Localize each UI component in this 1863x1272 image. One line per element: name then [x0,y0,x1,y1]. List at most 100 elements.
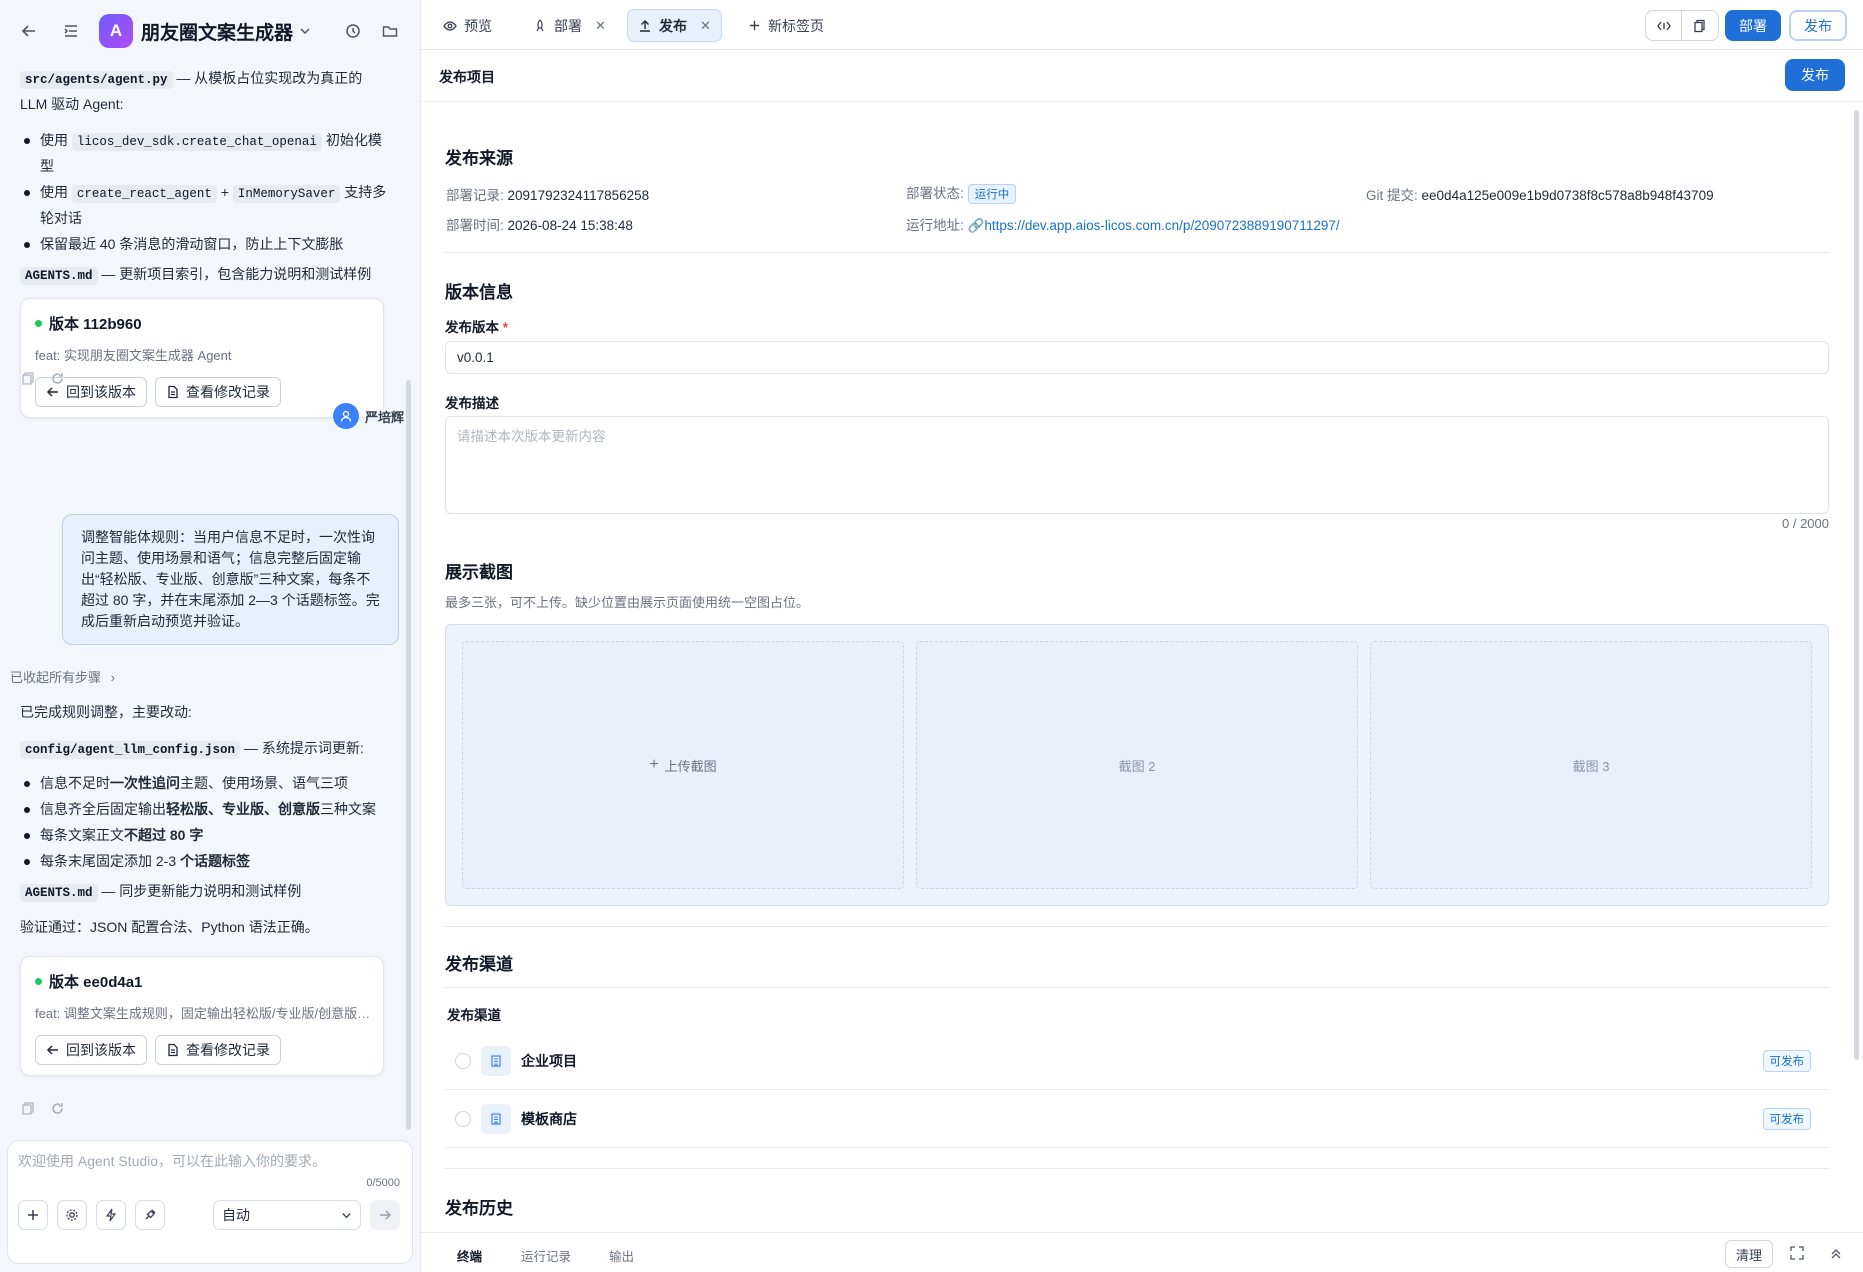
arrow-left-icon [46,387,58,397]
folder-icon[interactable] [376,17,404,45]
link-icon: 🔗 [967,218,985,233]
chevron-right-icon: › [110,670,115,685]
code-icon[interactable] [1646,11,1682,40]
screenshot-slot-2[interactable]: 截图 2 [916,641,1358,889]
page-title: 发布项目 [439,69,495,85]
chat-scrollbar[interactable] [406,380,411,1130]
list-item-wrap: 轮对话 [40,210,82,226]
skills-button[interactable] [96,1200,126,1230]
chevron-down-icon [342,1212,351,1218]
tab-publish[interactable]: 发布 ✕ [627,9,722,42]
eye-icon [443,20,457,31]
building-icon [481,1045,511,1076]
collapse-up-icon[interactable] [1826,1243,1846,1263]
list-item: 使用 create_react_agent + InMemorySaver 支持… [23,180,386,206]
message-actions [22,1102,64,1115]
channel-row[interactable]: 模板商店 可发布 [445,1090,1829,1148]
version-card: 版本 112b960 feat: 实现朋友圈文案生成器 Agent 回到该版本 … [20,298,384,418]
clear-button[interactable]: 清理 [1725,1240,1773,1268]
publish-button[interactable]: 发布 [1785,59,1845,91]
add-button[interactable] [18,1200,48,1230]
user-icon [340,410,352,422]
fullscreen-icon[interactable] [1787,1243,1807,1263]
message-actions [22,372,64,385]
assistant-message-line: AGENTS.md — 更新项目索引，包含能力说明和测试样例 [20,262,371,288]
document-icon [168,1043,178,1057]
view-changes-button[interactable]: 查看修改记录 [155,377,281,407]
arrow-right-icon [380,1210,392,1220]
list-item: 使用 licos_dev_sdk.create_chat_openai 初始化模 [24,128,382,154]
assistant-message-line: config/agent_llm_config.json — 系统提示词更新: [20,736,364,762]
channel-checkbox[interactable] [455,1110,471,1127]
channel-name: 模板商店 [521,1110,577,1127]
file-name: src/agents/agent.py [20,71,173,89]
message-text: — 从模板占位实现改为真正的 [172,70,363,86]
git-commit: Git 提交: ee0d4a125e009e1b9d0738f8c578a8b9… [1366,188,1714,203]
bottom-panel-bar: 终端 运行记录 输出 清理 [421,1232,1863,1272]
chat-messages: src/agents/agent.py — 从模板占位实现改为真正的 LLM 驱… [0,62,412,1142]
desc-textarea[interactable]: 请描述本次版本更新内容 [445,416,1829,514]
list-item: 信息齐全后固定输出轻松版、专业版、创意版三种文案 [24,797,376,821]
status-badge: 可发布 [1762,1049,1811,1072]
copy-icon[interactable] [22,1102,35,1115]
arrow-left-icon [46,1045,58,1055]
tab-preview[interactable]: 预览 [433,9,502,42]
collapsed-steps-toggle[interactable]: 已收起所有步骤 › [10,667,115,686]
new-tab-button[interactable]: 新标签页 [738,9,834,42]
refresh-icon[interactable] [51,372,64,385]
desc-count: 0 / 2000 [1782,516,1829,531]
menu-icon[interactable] [57,17,85,45]
refresh-icon[interactable] [51,1102,64,1115]
divider [445,926,1829,927]
screenshot-slot-3[interactable]: 截图 3 [1370,641,1812,889]
publish-top-button[interactable]: 发布 [1789,10,1847,41]
section-title-source: 发布来源 [445,149,513,168]
assistant-message-line: src/agents/agent.py — 从模板占位实现改为真正的 [20,66,362,92]
app-switcher[interactable]: A 朋友圈文案生成器 [99,14,311,48]
channel-checkbox[interactable] [455,1052,471,1069]
tools-button[interactable] [135,1200,165,1230]
plug-icon [145,1209,156,1220]
content-scrollbar[interactable] [1854,110,1859,1060]
chat-input[interactable]: 欢迎使用 Agent Studio，可以在此输入你的要求。 [18,1151,326,1171]
chat-composer: 欢迎使用 Agent Studio，可以在此输入你的要求。 0/5000 自动 [7,1140,413,1264]
status-badge: 可发布 [1762,1107,1811,1130]
user-message-text: 调整智能体规则：当用户信息不足时，一次性询问主题、使用场景和语气；信息完整后固定… [62,514,399,645]
tab-run-log[interactable]: 运行记录 [521,1246,571,1265]
close-tab-icon[interactable]: ✕ [595,18,606,34]
plus-icon [28,1210,38,1220]
list-item-wrap: 型 [40,158,54,174]
tab-bar: 预览 部署 ✕ 发布 ✕ 新标签页 部署 发布 [421,0,1863,50]
message-text: 已完成规则调整，主要改动: [20,704,192,720]
run-url-link[interactable]: https://dev.app.aios-licos.com.cn/p/2090… [984,218,1339,233]
copy-icon[interactable] [22,372,35,385]
close-tab-icon[interactable]: ✕ [700,18,711,34]
history-icon[interactable] [339,17,367,45]
tab-deploy[interactable]: 部署 ✕ [523,9,616,42]
revert-version-button[interactable]: 回到该版本 [35,1035,147,1065]
channel-name: 企业项目 [521,1052,577,1069]
run-url: 运行地址: 🔗https://dev.app.aios-licos.com.cn… [906,218,1340,233]
section-title-screenshots: 展示截图 [445,563,513,582]
list-item: 信息不足时一次性追问主题、使用场景、语气三项 [24,771,348,795]
list-item: 每条文案正文不超过 80 字 [23,823,203,847]
chat-panel: A 朋友圈文案生成器 src/agents/agent.py — 从模板占位实现… [0,0,421,1272]
user-name: 严培辉 [364,409,404,425]
send-button[interactable] [370,1200,400,1230]
lightning-icon [105,1208,117,1222]
channel-row[interactable]: 企业项目 可发布 [445,1032,1829,1090]
deploy-button[interactable]: 部署 [1725,10,1781,41]
divider [445,987,1829,988]
section-title-history: 发布历史 [445,1199,513,1218]
copy-icon[interactable] [1682,11,1718,40]
upload-screenshot-slot[interactable]: + 上传截图 [462,641,904,889]
chevron-down-icon [300,28,310,35]
view-changes-button[interactable]: 查看修改记录 [155,1035,281,1065]
version-input[interactable]: v0.0.1 [445,341,1829,374]
tab-terminal[interactable]: 终端 [457,1246,482,1265]
mode-select[interactable]: 自动 [213,1200,361,1230]
section-title-version: 版本信息 [445,283,513,302]
tab-output[interactable]: 输出 [609,1246,634,1265]
back-icon[interactable] [15,17,43,45]
settings-button[interactable] [57,1200,87,1230]
